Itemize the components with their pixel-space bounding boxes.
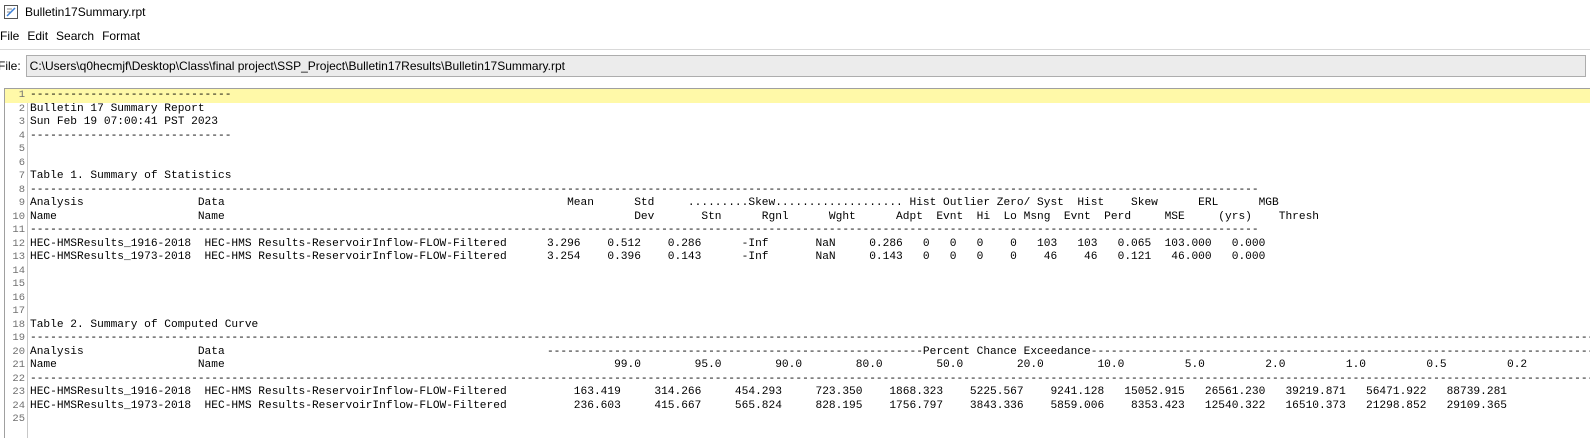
editor-line[interactable]: 6 xyxy=(5,157,1590,171)
file-path-bar: File: C:\Users\q0hecmjf\Desktop\Class\fi… xyxy=(0,49,1590,81)
line-text: Name Name 99.0 95.0 90.0 80.0 50.0 20.0 … xyxy=(30,359,1528,371)
line-text: Analysis Data Mean Std .........Skew....… xyxy=(30,197,1279,209)
line-number: 14 xyxy=(12,264,25,277)
file-path-value: C:\Users\q0hecmjf\Desktop\Class\final pr… xyxy=(29,58,566,73)
menu-bar: File Edit Search Format xyxy=(0,26,1590,46)
menu-file[interactable]: File xyxy=(0,29,25,43)
editor-line[interactable]: 21 Name Name 99.0 95.0 90.0 80.0 50.0 20.… xyxy=(5,359,1590,373)
editor-line[interactable]: 2 Bulletin 17 Summary Report xyxy=(5,103,1590,117)
menu-format[interactable]: Format xyxy=(102,29,146,43)
line-number: 4 xyxy=(18,129,25,142)
line-text: Table 1. Summary of Statistics xyxy=(30,170,232,182)
line-text: ----------------------------------------… xyxy=(30,372,1590,385)
editor-line[interactable]: 23 HEC-HMSResults_1916-2018 HEC-HMS Resul… xyxy=(5,386,1590,400)
notepad-document-icon xyxy=(4,5,18,19)
line-text: HEC-HMSResults_1916-2018 HEC-HMS Results… xyxy=(30,386,1507,398)
line-text: ----------------------------------------… xyxy=(30,183,1259,196)
editor-lines: 1 ------------------------------ 2 Bulletin… xyxy=(5,89,1590,427)
line-number: 22 xyxy=(12,372,25,385)
line-text: ------------------------------ xyxy=(30,129,232,142)
editor-line[interactable]: 24 HEC-HMSResults_1973-2018 HEC-HMS Resul… xyxy=(5,400,1590,414)
editor-line[interactable]: 13 HEC-HMSResults_1973-2018 HEC-HMS Resul… xyxy=(5,251,1590,265)
line-number: 19 xyxy=(12,332,25,344)
line-number: 25 xyxy=(12,413,25,425)
line-text: ----------------------------------------… xyxy=(30,332,1590,344)
text-editor[interactable]: 1 ------------------------------ 2 Bulletin… xyxy=(4,88,1590,438)
editor-line[interactable]: 7 Table 1. Summary of Statistics xyxy=(5,170,1590,184)
line-number: 8 xyxy=(18,183,25,196)
menu-search[interactable]: Search xyxy=(56,29,100,43)
editor-line[interactable]: 1 ------------------------------ xyxy=(5,89,1590,103)
file-path-field[interactable]: C:\Users\q0hecmjf\Desktop\Class\final pr… xyxy=(25,54,1586,77)
line-number: 20 xyxy=(12,345,25,358)
editor-line[interactable]: 4 ------------------------------ xyxy=(5,130,1590,144)
line-number: 18 xyxy=(12,318,25,331)
line-number: 9 xyxy=(18,197,25,209)
editor-line[interactable]: 15 xyxy=(5,278,1590,292)
editor-line[interactable]: 8 ---------------------------------------… xyxy=(5,184,1590,198)
line-number: 11 xyxy=(12,224,25,236)
line-text: Table 2. Summary of Computed Curve xyxy=(30,318,259,331)
editor-line[interactable]: 19 --------------------------------------… xyxy=(5,332,1590,346)
window-title: Bulletin17Summary.rpt xyxy=(25,5,146,19)
editor-line[interactable]: 16 xyxy=(5,292,1590,306)
line-text: Analysis Data --------------------------… xyxy=(30,345,1590,358)
editor-line[interactable]: 22 --------------------------------------… xyxy=(5,373,1590,387)
line-number: 6 xyxy=(18,156,25,169)
editor-line[interactable]: 9 Analysis Data Mean Std .........Skew...… xyxy=(5,197,1590,211)
line-number: 7 xyxy=(18,170,25,182)
line-text: Bulletin 17 Summary Report xyxy=(30,102,205,115)
menu-edit[interactable]: Edit xyxy=(27,29,54,43)
editor-line[interactable]: 12 HEC-HMSResults_1916-2018 HEC-HMS Resul… xyxy=(5,238,1590,252)
line-number: 2 xyxy=(18,102,25,115)
editor-line[interactable]: 25 xyxy=(5,413,1590,427)
editor-line[interactable]: 14 xyxy=(5,265,1590,279)
line-number: 3 xyxy=(18,116,25,128)
line-number: 23 xyxy=(12,386,25,398)
line-number: 16 xyxy=(12,291,25,304)
line-text: HEC-HMSResults_1973-2018 HEC-HMS Results… xyxy=(30,251,1266,263)
line-text: Name Name Dev Stn Rgnl Wght Adpt Evnt Hi… xyxy=(30,210,1320,223)
line-number: 24 xyxy=(12,399,25,412)
title-bar: Bulletin17Summary.rpt xyxy=(0,0,1590,24)
editor-line[interactable]: 20 Analysis Data ------------------------… xyxy=(5,346,1590,360)
line-text: HEC-HMSResults_1916-2018 HEC-HMS Results… xyxy=(30,237,1266,250)
editor-line[interactable]: 3 Sun Feb 19 07:00:41 PST 2023 xyxy=(5,116,1590,130)
line-number: 21 xyxy=(12,359,25,371)
editor-line[interactable]: 18 Table 2. Summary of Computed Curve xyxy=(5,319,1590,333)
editor-line[interactable]: 11 --------------------------------------… xyxy=(5,224,1590,238)
line-number: 1 xyxy=(18,89,25,101)
line-text: HEC-HMSResults_1973-2018 HEC-HMS Results… xyxy=(30,399,1507,412)
line-number: 17 xyxy=(12,305,25,317)
editor-line[interactable]: 17 xyxy=(5,305,1590,319)
line-number: 5 xyxy=(18,143,25,155)
line-text: Sun Feb 19 07:00:41 PST 2023 xyxy=(30,116,218,128)
line-text: ------------------------------ xyxy=(30,89,232,101)
file-path-label: File: xyxy=(0,58,21,73)
line-number: 13 xyxy=(12,251,25,263)
editor-line[interactable]: 10 Name Name Dev Stn Rgnl Wght Adpt Evnt … xyxy=(5,211,1590,225)
line-text: ----------------------------------------… xyxy=(30,224,1259,236)
editor-line[interactable]: 5 xyxy=(5,143,1590,157)
line-number: 10 xyxy=(12,210,25,223)
line-number: 12 xyxy=(12,237,25,250)
line-number: 15 xyxy=(12,278,25,290)
